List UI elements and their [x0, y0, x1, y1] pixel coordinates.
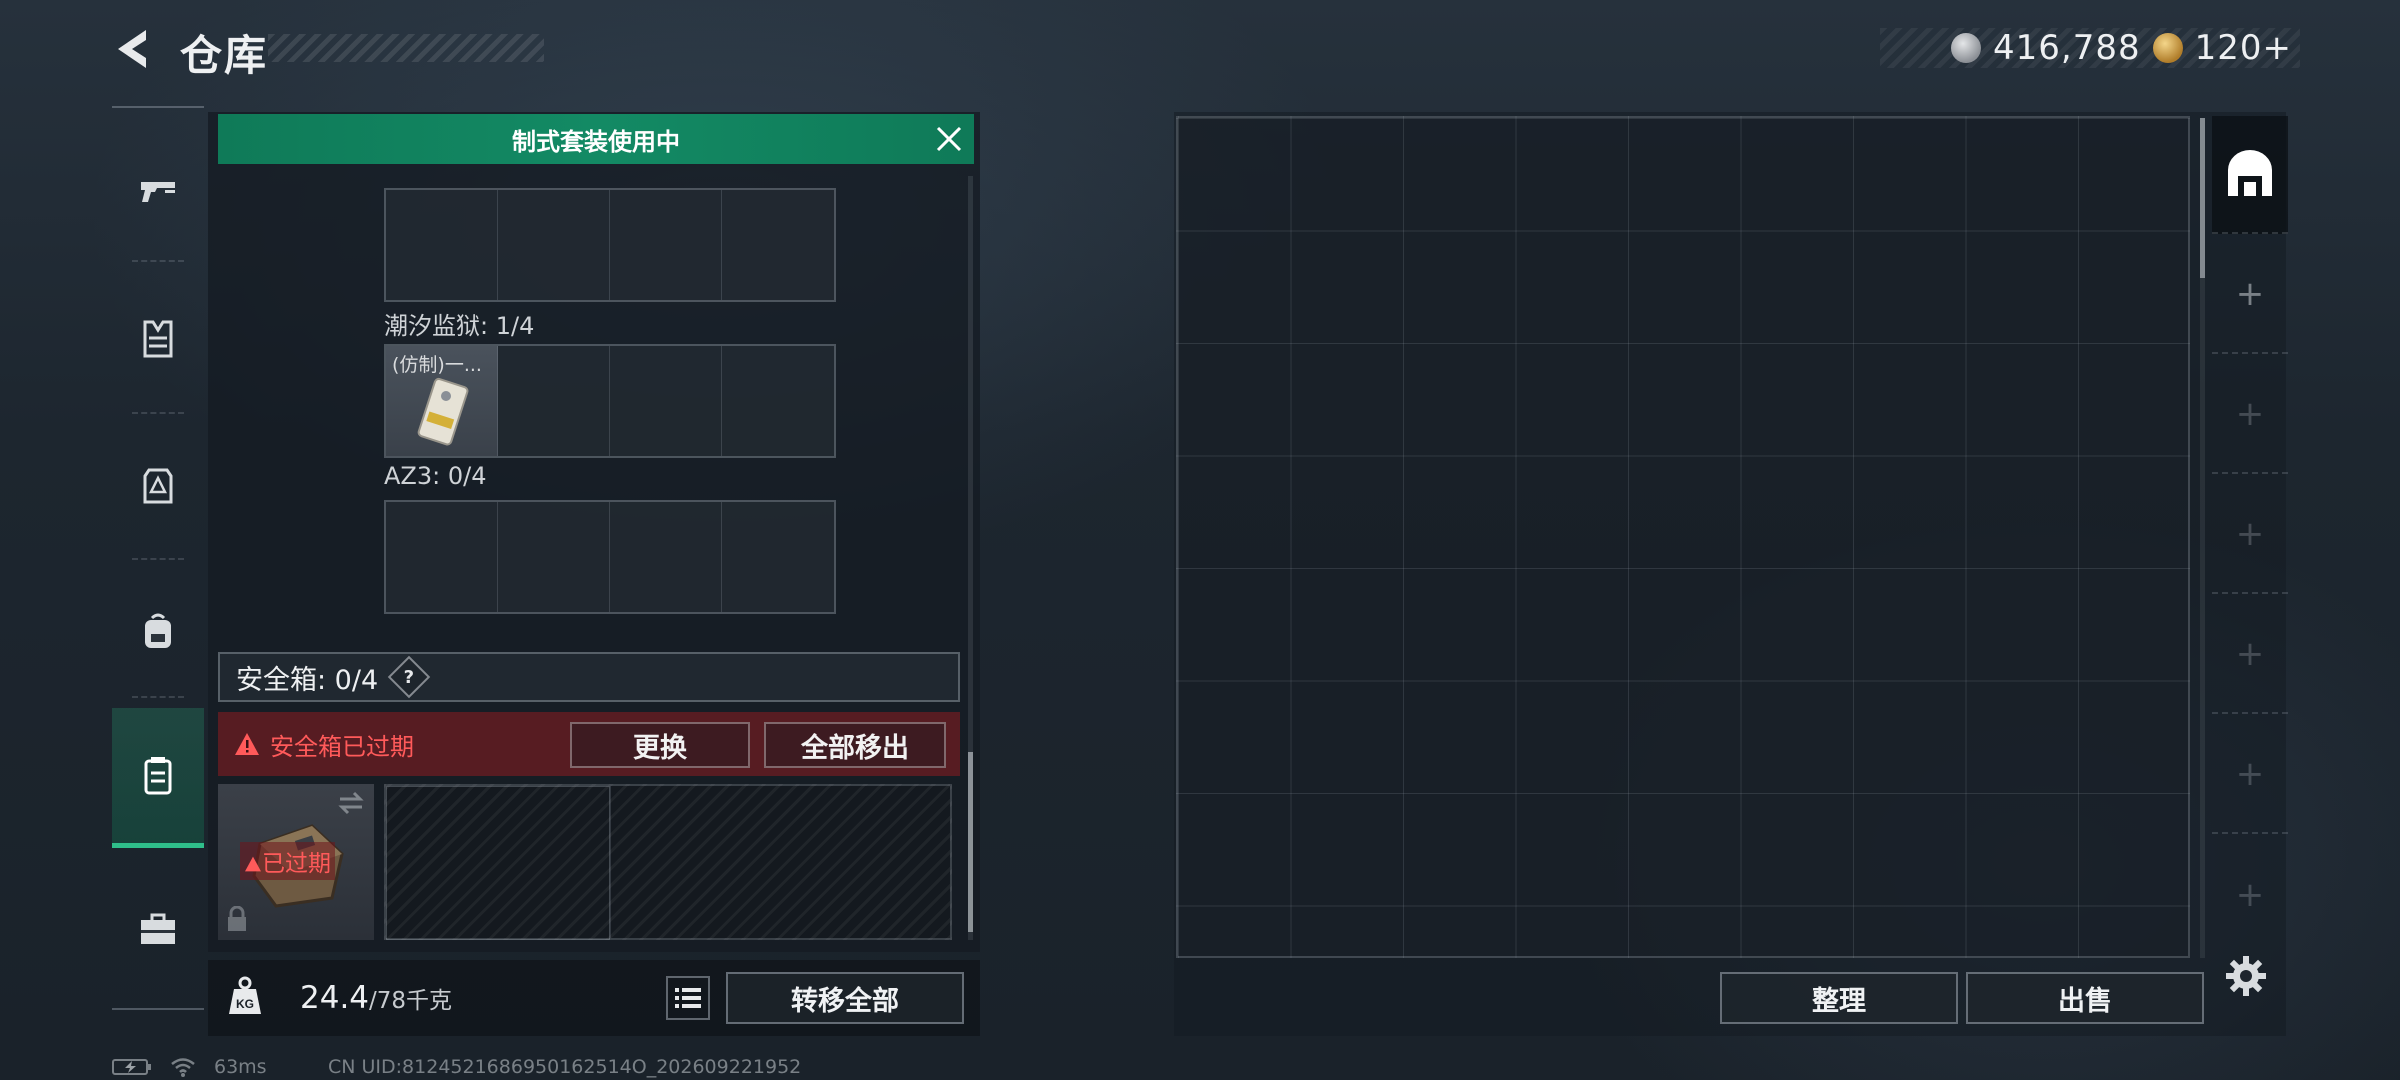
ping-text: 63ms [214, 1056, 267, 1078]
weight-icon: KG [229, 976, 261, 1014]
item-label: (仿制)一... [392, 354, 482, 376]
vest-icon [143, 320, 173, 358]
container-icon [144, 756, 172, 794]
keycard-slot[interactable]: (仿制)一... [386, 346, 498, 456]
armor-icon [143, 468, 173, 504]
kit-banner: 制式套装使用中 [218, 114, 974, 164]
loadout-scrollbar-thumb[interactable] [968, 752, 973, 932]
lock-icon [228, 906, 246, 931]
plus-icon: + [2235, 394, 2265, 434]
slot[interactable] [722, 502, 834, 612]
slot-grid-az3[interactable] [384, 500, 836, 614]
plus-icon: + [2235, 754, 2265, 794]
nav-item-armor[interactable] [112, 430, 204, 540]
swap-icon[interactable] [336, 790, 366, 816]
silver-currency-amount: 416,788 [1993, 28, 2141, 68]
stash-grid[interactable] [1176, 116, 2190, 958]
slot[interactable] [610, 346, 722, 456]
nav-item-backpack[interactable] [112, 576, 204, 686]
gold-currency-amount[interactable]: 120+ [2195, 28, 2292, 68]
silver-coin-icon [1951, 33, 1981, 63]
stash-tab-add[interactable]: + [2212, 356, 2288, 474]
stash-tab-add[interactable]: + [2212, 596, 2288, 714]
page-title: 仓库 [180, 31, 269, 80]
pistol-icon [141, 182, 175, 202]
stash-tab-main[interactable] [2212, 116, 2288, 234]
warning-icon [235, 733, 259, 755]
equipment-nav [112, 106, 204, 1010]
stash-tab-add[interactable]: + [2212, 476, 2288, 594]
close-icon[interactable] [934, 124, 964, 154]
transfer-all-button[interactable]: 转移全部 [726, 972, 964, 1024]
stash-tabs: + + + + + + [2212, 116, 2288, 960]
nav-item-safebox[interactable] [112, 708, 204, 848]
warehouse-icon [2228, 150, 2272, 196]
slot[interactable] [610, 190, 722, 300]
plus-icon: + [2235, 274, 2265, 314]
case-expired-label: 已过期 [240, 842, 335, 880]
safebox-slot-grid[interactable] [384, 784, 952, 940]
slot[interactable] [722, 346, 834, 456]
device-status: 63ms [112, 1056, 267, 1078]
toolbox-icon [141, 913, 175, 944]
gear-icon[interactable] [2224, 954, 2268, 998]
slot[interactable] [498, 190, 610, 300]
slot[interactable] [498, 346, 610, 456]
group-label-az3: AZ3: 0/4 [384, 462, 487, 490]
wifi-icon [171, 1058, 195, 1077]
nav-item-vest[interactable] [112, 284, 204, 394]
move-all-out-button[interactable]: 全部移出 [764, 722, 946, 768]
list-view-button[interactable] [666, 976, 710, 1020]
carry-weight: 24.4/78千克 [300, 980, 452, 1016]
plus-icon: + [2235, 634, 2265, 674]
list-icon [675, 988, 701, 1008]
replace-button[interactable]: 更换 [570, 722, 750, 768]
kit-banner-text: 制式套装使用中 [512, 127, 680, 156]
slot[interactable] [386, 502, 498, 612]
stash-tab-add[interactable]: + [2212, 716, 2288, 834]
safebox-header: 安全箱: 0/4 ? [218, 652, 960, 702]
stash-tab-add[interactable]: + [2212, 236, 2288, 354]
svg-text:KG: KG [236, 997, 254, 1011]
carry-weight-current: 24.4 [300, 980, 370, 1016]
sort-button[interactable]: 整理 [1720, 972, 1958, 1024]
uid-text: CN UID:8124521686950162514O_202609221952 [328, 1056, 802, 1078]
currency-bar: 416,788 120+ [1880, 28, 2300, 68]
safebox-slot[interactable] [386, 786, 610, 940]
safebox-expired-text: 安全箱已过期 [270, 732, 414, 761]
back-arrow-icon[interactable] [108, 24, 158, 74]
battery-icon [112, 1059, 151, 1075]
stash-tab-add[interactable]: + [2212, 836, 2288, 954]
slot[interactable] [722, 190, 834, 300]
slot[interactable] [610, 502, 722, 612]
slot[interactable] [386, 190, 498, 300]
slot[interactable] [498, 502, 610, 612]
group-label-tidal-prison: 潮汐监狱: 1/4 [384, 312, 535, 340]
nav-item-toolbox[interactable] [112, 874, 204, 984]
slot-grid-top[interactable] [384, 188, 836, 302]
plus-icon: + [2235, 875, 2265, 915]
slot-grid-tidal-prison[interactable]: (仿制)一... [384, 344, 836, 458]
title-decoration [268, 34, 544, 62]
keycard-icon [417, 377, 469, 446]
warning-icon [245, 856, 261, 872]
safebox-case-slot[interactable]: 已过期 [218, 784, 374, 940]
backpack-icon [145, 613, 171, 648]
plus-icon: + [2235, 514, 2265, 554]
sell-button[interactable]: 出售 [1966, 972, 2204, 1024]
carry-weight-max: /78千克 [369, 988, 453, 1014]
help-icon[interactable]: ? [387, 655, 431, 699]
gold-coin-icon [2152, 33, 2183, 63]
safebox-label: 安全箱: 0/4 [236, 664, 379, 696]
stash-scrollbar-thumb[interactable] [2200, 118, 2205, 278]
nav-item-weapon[interactable] [112, 136, 204, 246]
